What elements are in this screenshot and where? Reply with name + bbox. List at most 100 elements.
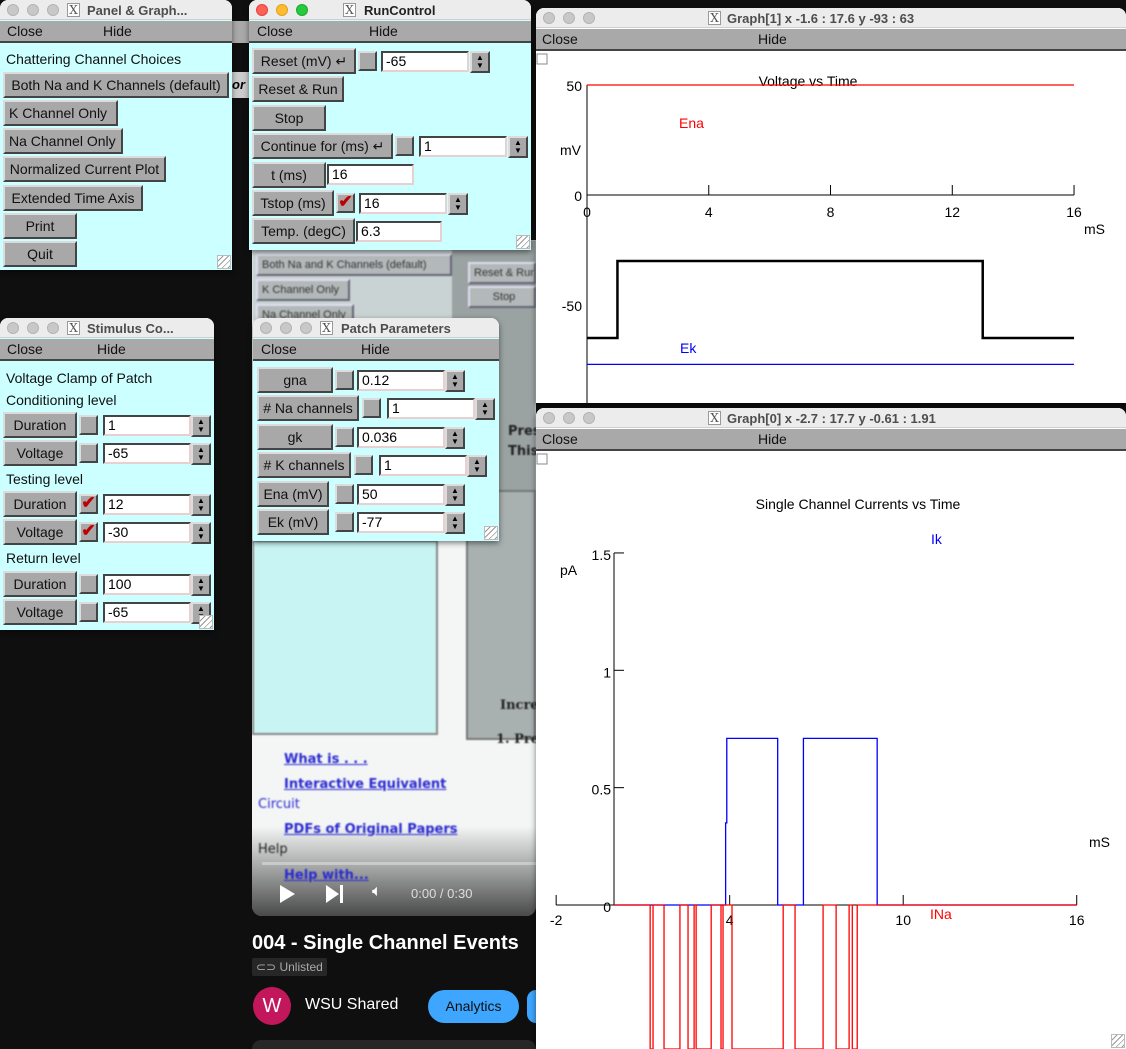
checkmark-icon[interactable]: ✔ [79, 522, 98, 542]
zoom-window-icon[interactable] [300, 322, 312, 334]
quit-button[interactable]: Quit [3, 241, 77, 267]
currents-chart[interactable]: Single Channel Currents vs Time 1.5 1 0.5 0 -… [536, 453, 1126, 1049]
patch-checkbox[interactable] [335, 512, 354, 532]
t-button[interactable]: t (ms) [252, 162, 326, 188]
patch-spinner[interactable]: ▲ ▼ [467, 455, 487, 478]
patch-value-field[interactable]: 0.036 [357, 426, 445, 448]
patch-spinner[interactable]: ▲ ▼ [445, 370, 465, 392]
next-icon[interactable] [326, 885, 339, 903]
stimulus-value-field[interactable]: 1 [103, 415, 191, 436]
normalized-current-plot-button[interactable]: Normalized Current Plot [3, 156, 166, 182]
stimulus-spinner[interactable]: ▲▼ [191, 574, 211, 596]
close-menu[interactable]: Close [542, 31, 578, 47]
stimulus-duration-button[interactable]: Duration [3, 571, 77, 597]
patch-checkbox[interactable] [335, 370, 354, 390]
patch-checkbox[interactable] [335, 483, 354, 504]
stimulus-voltage-button[interactable]: Voltage [3, 519, 77, 545]
patch-value-field[interactable]: 0.12 [357, 370, 445, 391]
edit-video-button[interactable] [527, 990, 536, 1023]
patch-spinner[interactable]: ▲ ▼ [445, 426, 465, 449]
stimulus-value-field[interactable]: -65 [103, 602, 191, 623]
zoom-window-icon[interactable] [47, 322, 59, 334]
stop-button[interactable]: Stop [252, 105, 326, 131]
minimize-window-icon[interactable] [563, 412, 575, 424]
hide-menu[interactable]: Hide [103, 23, 132, 39]
hide-menu[interactable]: Hide [97, 341, 126, 357]
voltage-chart[interactable]: Voltage vs Time 50 0 -50 0 4 8 12 16 mV mS Ena Ek [536, 53, 1126, 403]
stimulus-checkbox[interactable] [79, 602, 98, 622]
continue-checkbox[interactable] [395, 136, 414, 156]
resize-handle[interactable] [199, 615, 213, 629]
stimulus-voltage-button[interactable]: Voltage [3, 599, 77, 625]
patch-checkbox[interactable] [354, 455, 373, 476]
patch-param-button[interactable]: # K channels [257, 452, 351, 479]
temperature-field[interactable]: 6.3 [356, 221, 442, 242]
tstop-button[interactable]: Tstop (ms) [252, 190, 334, 216]
minimize-window-icon[interactable] [563, 12, 575, 24]
title-bar[interactable]: X Panel & Graph... [0, 0, 232, 20]
na-channel-only-button[interactable]: Na Channel Only [3, 128, 123, 154]
close-window-icon[interactable] [256, 4, 268, 16]
resize-handle[interactable] [516, 235, 530, 249]
patch-spinner[interactable]: ▲ ▼ [445, 483, 465, 506]
patch-param-button[interactable]: Ena (mV) [257, 480, 329, 507]
stimulus-spinner[interactable]: ▲▼ [191, 443, 211, 465]
resize-handle[interactable] [484, 526, 498, 540]
tstop-checkmark-icon[interactable]: ✔ [336, 193, 355, 213]
close-menu[interactable]: Close [257, 23, 293, 39]
stimulus-value-field[interactable]: 100 [103, 574, 191, 595]
temperature-button[interactable]: Temp. (degC) [252, 218, 355, 244]
close-window-icon[interactable] [260, 322, 272, 334]
video-progress-bar[interactable] [262, 862, 536, 865]
resize-handle[interactable] [217, 255, 231, 269]
close-window-icon[interactable] [543, 412, 555, 424]
minimize-window-icon[interactable] [280, 322, 292, 334]
minimize-window-icon[interactable] [27, 4, 39, 16]
patch-param-button[interactable]: gk [257, 423, 333, 450]
reset-button[interactable]: Reset (mV) ↵ [252, 48, 356, 74]
zoom-window-icon[interactable] [583, 12, 595, 24]
stimulus-checkbox[interactable] [79, 415, 98, 435]
title-bar[interactable]: X RunControl [249, 0, 531, 20]
both-channels-button[interactable]: Both Na and K Channels (default) [3, 72, 229, 98]
continue-spinner[interactable]: ▲ ▼ [508, 136, 528, 158]
reset-spinner[interactable]: ▲ ▼ [470, 51, 490, 73]
patch-checkbox[interactable] [362, 398, 381, 419]
t-field[interactable]: 16 [327, 164, 414, 185]
patch-spinner[interactable]: ▲ ▼ [475, 398, 495, 421]
minimize-window-icon[interactable] [276, 4, 288, 16]
reset-checkbox[interactable] [358, 51, 377, 71]
continue-for-field[interactable]: 1 [419, 136, 507, 157]
tstop-field[interactable]: 16 [359, 193, 447, 214]
channel-avatar[interactable]: W [253, 987, 291, 1025]
stimulus-value-field[interactable]: 12 [103, 494, 191, 515]
stimulus-spinner[interactable]: ▲▼ [191, 494, 211, 516]
patch-value-field[interactable]: -77 [357, 512, 445, 533]
checkmark-icon[interactable]: ✔ [79, 494, 98, 514]
close-window-icon[interactable] [7, 322, 19, 334]
stimulus-value-field[interactable]: -30 [103, 522, 191, 543]
title-bar[interactable]: X Stimulus Co... [0, 318, 214, 338]
zoom-window-icon[interactable] [47, 4, 59, 16]
analytics-button[interactable]: Analytics [428, 990, 519, 1023]
close-menu[interactable]: Close [7, 341, 43, 357]
title-bar[interactable]: X Graph[0] x -2.7 : 17.7 y -0.61 : 1.91 [536, 408, 1126, 428]
patch-spinner[interactable]: ▲ ▼ [445, 512, 465, 534]
patch-param-button[interactable]: # Na channels [257, 395, 359, 422]
extended-time-axis-button[interactable]: Extended Time Axis [3, 185, 143, 211]
close-menu[interactable]: Close [542, 431, 578, 447]
patch-checkbox[interactable] [335, 426, 354, 447]
patch-param-button[interactable]: gna [257, 367, 333, 393]
continue-for-button[interactable]: Continue for (ms) ↵ [252, 133, 393, 159]
hide-menu[interactable]: Hide [369, 23, 398, 39]
channel-name[interactable]: WSU Shared [305, 996, 398, 1014]
stimulus-duration-button[interactable]: Duration [3, 491, 77, 517]
stimulus-checkbox[interactable] [79, 574, 98, 594]
hide-menu[interactable]: Hide [758, 431, 787, 447]
patch-value-field[interactable]: 50 [357, 483, 445, 505]
close-window-icon[interactable] [7, 4, 19, 16]
k-channel-only-button[interactable]: K Channel Only [3, 100, 118, 126]
close-menu[interactable]: Close [261, 341, 297, 357]
hide-menu[interactable]: Hide [361, 341, 390, 357]
stimulus-voltage-button[interactable]: Voltage [3, 440, 77, 466]
